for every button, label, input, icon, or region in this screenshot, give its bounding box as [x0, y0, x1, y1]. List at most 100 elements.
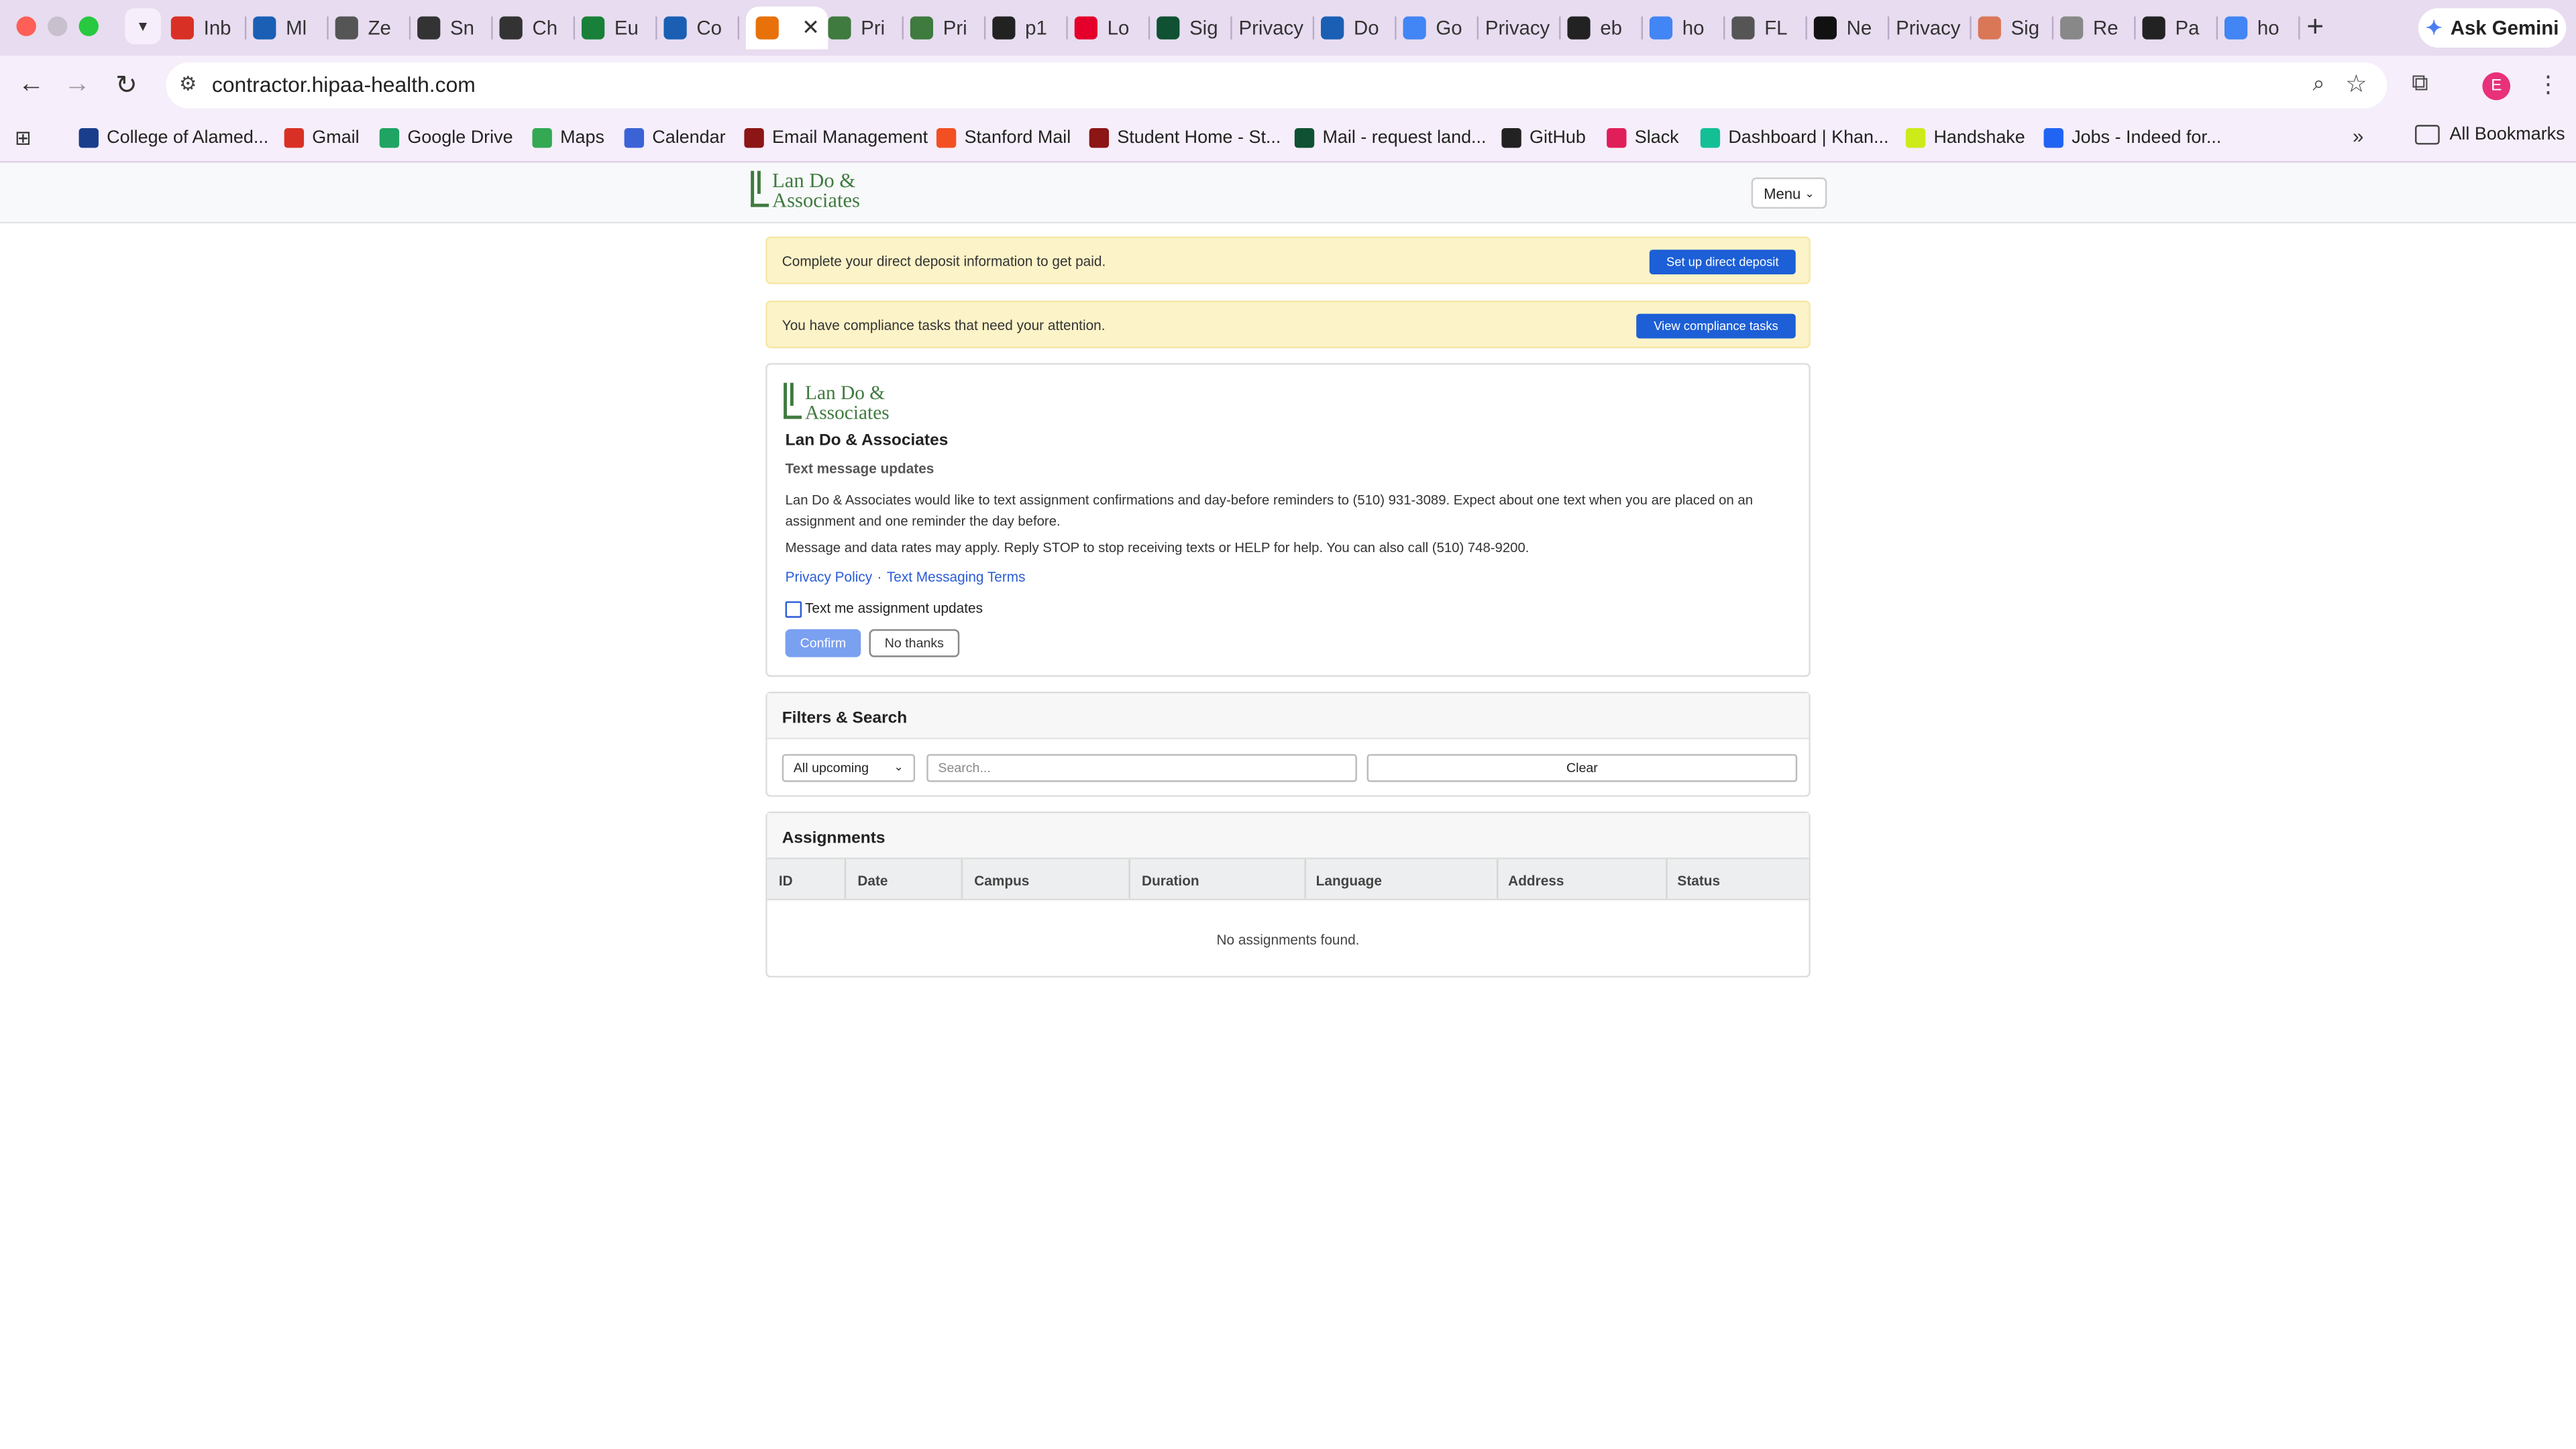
browser-tab[interactable]: Ml [253, 7, 329, 50]
privacy-policy-link[interactable]: Privacy Policy [786, 568, 873, 584]
bookmark-label: Mail - request land... [1322, 128, 1487, 148]
bookmark-item[interactable]: Handshake [1905, 125, 2025, 151]
browser-tab[interactable]: eb [1567, 7, 1643, 50]
browser-tab[interactable]: ho [1649, 7, 1725, 50]
bookmark-item[interactable]: Mail - request land... [1294, 125, 1487, 151]
bookmark-item[interactable]: College of Alamed... [78, 125, 269, 151]
apps-grid-icon[interactable]: ⊞ [15, 127, 32, 150]
column-campus[interactable]: Campus [974, 872, 1029, 888]
browser-tab[interactable]: Privacy [1239, 7, 1315, 50]
bookmark-item[interactable]: Student Home - St... [1089, 125, 1281, 151]
browser-tab[interactable]: p1 [992, 7, 1068, 50]
text-updates-checkbox-label[interactable]: Text me assignment updates [805, 600, 983, 616]
text-messaging-terms-link[interactable]: Text Messaging Terms [887, 568, 1026, 584]
all-bookmarks-button[interactable]: All Bookmarks [2415, 125, 2565, 145]
browser-tab[interactable]: ho [2224, 7, 2300, 50]
bookmark-item[interactable]: Dashboard | Khan... [1700, 125, 1889, 151]
browser-tab[interactable]: Lo [1074, 7, 1150, 50]
browser-tab[interactable]: Pri [910, 7, 986, 50]
url-text[interactable]: contractor.hipaa-health.com [212, 72, 476, 97]
column-date[interactable]: Date [857, 872, 888, 888]
browser-tab[interactable]: Sn [417, 7, 493, 50]
tab-search-chevron-icon[interactable]: ▾ [125, 8, 162, 45]
bookmark-label: College of Alamed... [107, 128, 269, 148]
globe-icon [335, 16, 358, 40]
maximize-window-button[interactable] [78, 16, 99, 36]
column-language[interactable]: Language [1316, 872, 1382, 888]
browser-tab[interactable]: Ne [1813, 7, 1890, 50]
bookmark-label: Student Home - St... [1117, 128, 1281, 148]
set-up-direct-deposit-button[interactable]: Set up direct deposit [1649, 250, 1796, 274]
reload-icon[interactable]: ↻ [110, 69, 143, 102]
bookmark-item[interactable]: Stanford Mail [936, 125, 1071, 151]
tab-title: Re [2093, 16, 2118, 40]
browser-tab[interactable]: Co [663, 7, 740, 50]
column-status[interactable]: Status [1677, 872, 1720, 888]
view-compliance-tasks-button[interactable]: View compliance tasks [1636, 313, 1796, 339]
tab-title: Sn [450, 16, 474, 40]
bookmark-item[interactable]: Maps [532, 125, 604, 151]
bookmark-item[interactable]: Slack [1607, 125, 1679, 151]
browser-tab[interactable]: Pa [2142, 7, 2218, 50]
bookmark-label: Stanford Mail [964, 128, 1071, 148]
browser-tab[interactable]: Eu [581, 7, 657, 50]
calendar-icon [624, 128, 645, 148]
bookmark-item[interactable]: Email Management [744, 125, 928, 151]
clear-button[interactable]: Clear [1366, 754, 1798, 782]
search-input[interactable]: Search... [926, 754, 1357, 782]
column-id[interactable]: ID [779, 872, 793, 888]
menu-label: Menu [1764, 184, 1801, 202]
browser-tab[interactable]: FL [1731, 7, 1807, 50]
bookmark-item[interactable]: Google Drive [379, 125, 513, 151]
bookmark-item[interactable]: Jobs - Indeed for... [2043, 125, 2221, 151]
tab-strip: ▾ Inb Ml Ze Sn Ch Eu Co ✕ Pri Pri p1 Lo Sig Privacy Do… [0, 0, 2576, 56]
close-tab-icon[interactable]: ✕ [802, 15, 820, 41]
close-window-button[interactable] [16, 16, 36, 36]
browser-tab[interactable]: Sig [1157, 7, 1232, 50]
column-duration[interactable]: Duration [1142, 872, 1199, 888]
ask-gemini-button[interactable]: ✦ Ask Gemini [2418, 8, 2567, 48]
browser-tab[interactable]: Privacy [1485, 7, 1561, 50]
compliance-alert: You have compliance tasks that need your… [765, 301, 1811, 349]
tab-title: Ch [532, 16, 558, 40]
bookmark-star-icon[interactable]: ☆ [2345, 69, 2367, 99]
bookmark-item[interactable]: Gmail [284, 125, 360, 151]
column-address[interactable]: Address [1508, 872, 1564, 888]
date-range-select[interactable]: All upcoming ⌄ [782, 754, 916, 782]
browser-tab[interactable]: Do [1320, 7, 1397, 50]
browser-tab[interactable]: ✕ [745, 6, 828, 50]
browser-tab[interactable]: Inb [170, 7, 247, 50]
bookmark-item[interactable]: Calendar [624, 125, 726, 151]
browser-tab[interactable]: Re [2060, 7, 2136, 50]
site-info-icon[interactable]: ⚙ [179, 72, 197, 95]
forward-arrow-icon[interactable]: → [61, 69, 94, 102]
text-updates-checkbox[interactable] [785, 601, 802, 618]
extensions-icon[interactable]: ⧉ [2412, 69, 2428, 97]
tab-title: Ml [286, 16, 307, 40]
browser-tab[interactable]: Pri [828, 7, 904, 50]
browser-tab[interactable]: Ze [335, 7, 411, 50]
tab-title: Ze [368, 16, 391, 40]
back-arrow-icon[interactable]: ← [15, 69, 48, 102]
minimize-window-button[interactable] [48, 16, 68, 36]
indeed-icon [2043, 128, 2063, 148]
no-thanks-button[interactable]: No thanks [869, 629, 960, 657]
new-tab-button[interactable]: + [2306, 10, 2324, 44]
browser-tab[interactable]: Sig [1978, 7, 2054, 50]
bookmark-item[interactable]: GitHub [1501, 125, 1586, 151]
confirm-button[interactable]: Confirm [785, 629, 861, 657]
menu-button[interactable]: Menu ⌄ [1751, 177, 1827, 209]
more-bookmarks-chevron-icon[interactable]: » [2353, 125, 2363, 148]
address-bar[interactable]: ⚙ contractor.hipaa-health.com ⌕ ☆ [166, 62, 2387, 109]
browser-tab[interactable]: Privacy [1896, 7, 1972, 50]
browser-tab[interactable]: Ch [499, 7, 576, 50]
site-logo[interactable]: Lan Do & Associates [751, 170, 860, 211]
browser-tab[interactable]: Go [1403, 7, 1479, 50]
assignments-table-header: ID Date Campus Duration Language Address… [767, 857, 1809, 901]
browser-menu-icon[interactable]: ⋮ [2536, 70, 2559, 99]
sheets-icon [581, 16, 605, 40]
org-logo-mark [784, 382, 802, 419]
bookmark-label: GitHub [1529, 128, 1586, 148]
zoom-icon[interactable]: ⌕ [2313, 70, 2325, 97]
profile-avatar[interactable]: E [2482, 72, 2511, 101]
